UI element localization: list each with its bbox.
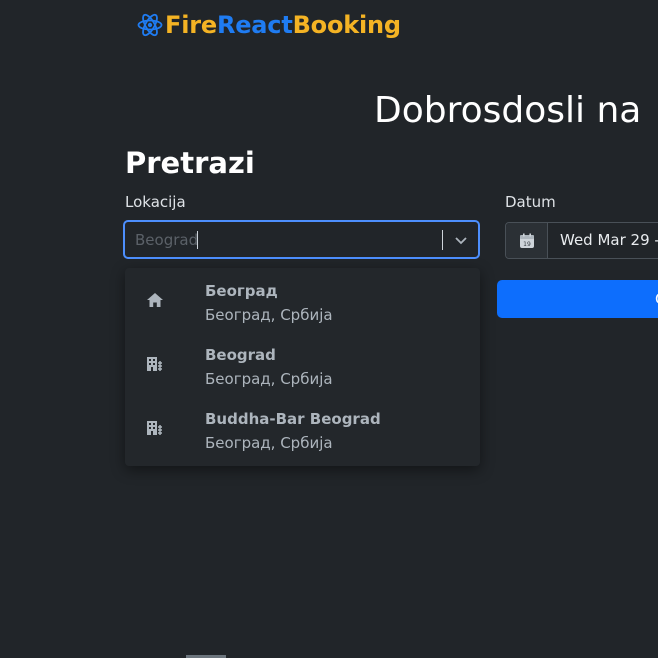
brand-part-booking: Booking [292,11,402,39]
brand-logo[interactable]: Fire React Booking [137,10,401,40]
page: Fire React Booking Dobrosdosli na Pretrazi… [0,0,658,658]
location-suggestions: Београд Београд, Србија Beograd Београд,… [125,268,480,466]
suggestion-option[interactable]: Beograd Београд, Србија [125,332,480,396]
location-combobox[interactable] [124,221,479,258]
building-icon [147,357,162,371]
brand-part-react: React [216,11,293,39]
date-label: Datum [505,193,556,211]
home-icon [147,293,163,307]
suggestion-option[interactable]: Београд Београд, Србија [125,268,480,332]
date-range-field[interactable]: 19 Wed Mar 29 - [505,222,658,259]
suggestion-name: Beograd [205,346,276,364]
svg-text:19: 19 [523,241,531,248]
text-caret [197,231,198,249]
suggestion-option[interactable]: Buddha-Bar Beograd Београд, Србија [125,396,480,460]
date-range-value[interactable]: Wed Mar 29 - [548,223,658,258]
date-icon-addon: 19 [506,223,548,258]
search-button[interactable]: C [497,280,658,318]
location-input[interactable] [135,222,435,257]
suggestion-name: Београд [205,282,278,300]
welcome-heading: Dobrosdosli na [374,90,642,131]
atom-icon [137,13,163,37]
chevron-down-icon[interactable] [453,232,469,248]
suggestion-location: Београд, Србија [205,434,333,452]
building-icon [147,421,162,435]
suggestion-location: Београд, Србија [205,370,333,388]
search-title: Pretrazi [125,146,255,180]
calendar-icon: 19 [519,233,534,248]
location-label: Lokacija [125,193,186,211]
indicator-separator [442,230,443,250]
suggestion-location: Београд, Србија [205,306,333,324]
suggestion-name: Buddha-Bar Beograd [205,410,381,428]
brand-part-fire: Fire [165,11,217,39]
